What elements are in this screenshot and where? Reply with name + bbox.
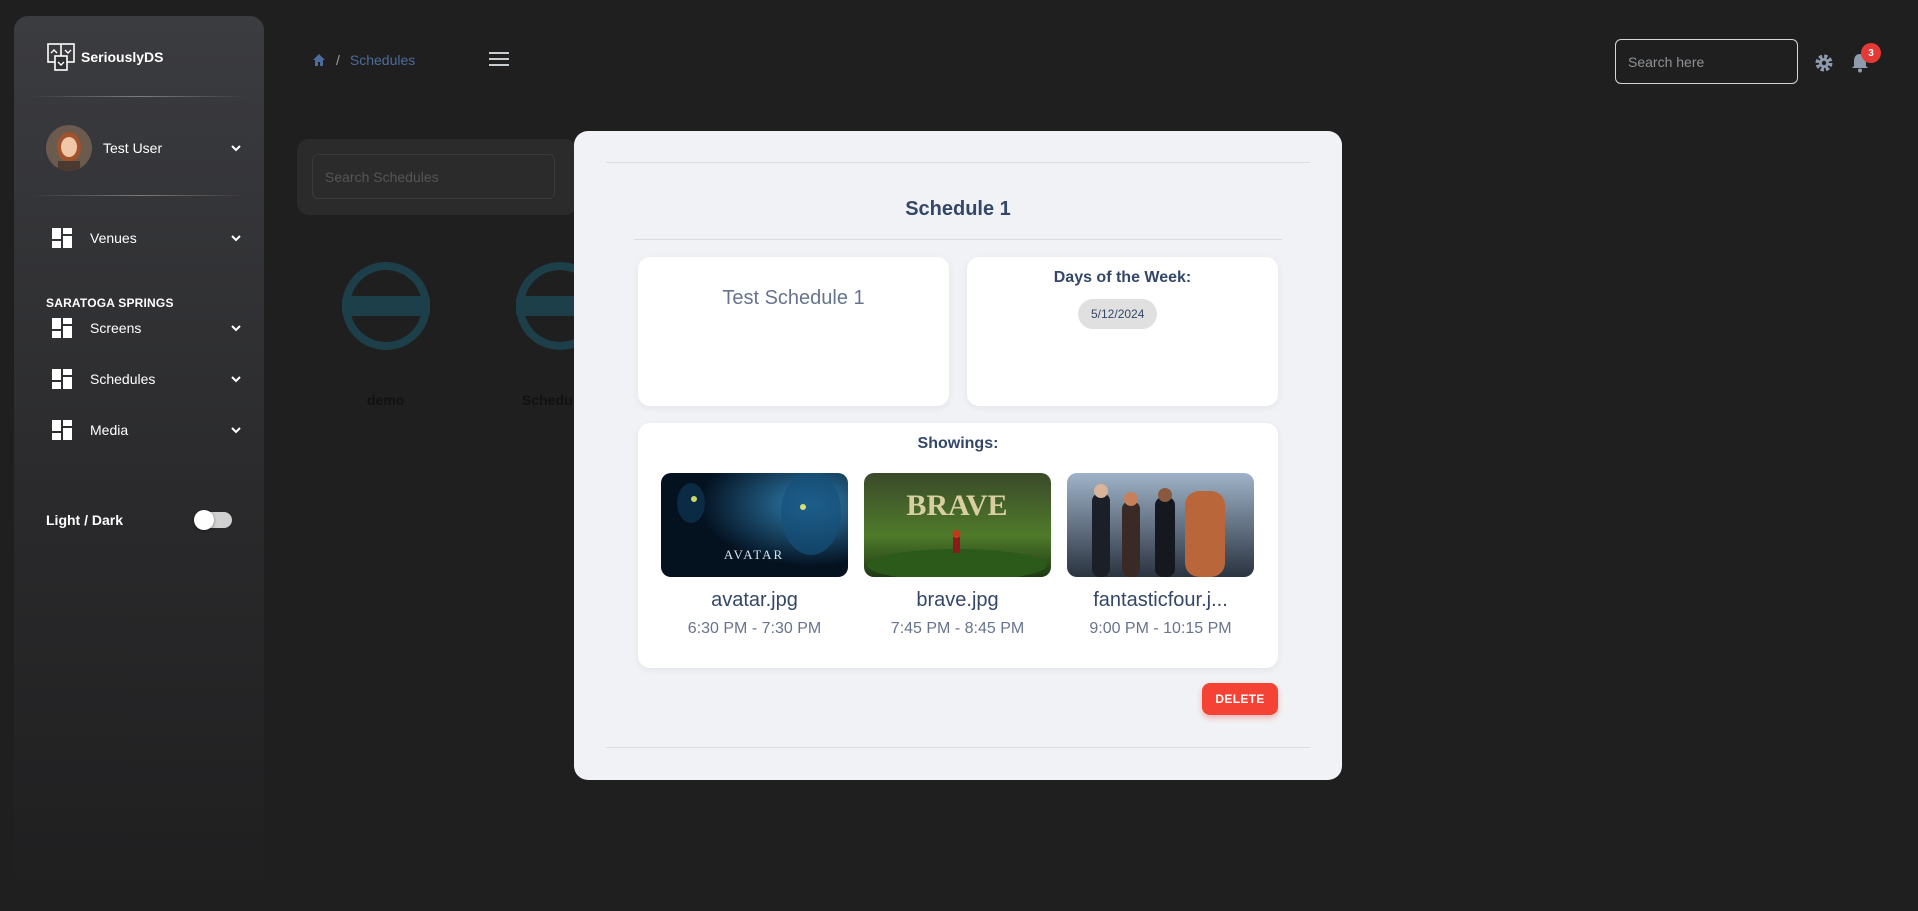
showing-filename: fantasticfour.j... xyxy=(1093,589,1228,611)
showings-card: Showings: AVATAR avatar.jpg 6:30 PM - 7:… xyxy=(638,423,1278,668)
showing-filename: brave.jpg xyxy=(916,589,999,611)
schedule-modal: Schedule 1 Test Schedule 1 Days of the W… xyxy=(574,131,1342,780)
svg-text:AVATAR: AVATAR xyxy=(724,547,784,562)
schedule-name: Test Schedule 1 xyxy=(722,287,865,309)
showing-item[interactable]: fantasticfour.j... 9:00 PM - 10:15 PM xyxy=(1067,473,1254,638)
days-card: Days of the Week: 5/12/2024 xyxy=(967,257,1278,406)
schedule-name-card: Test Schedule 1 xyxy=(638,257,949,406)
showing-time: 6:30 PM - 7:30 PM xyxy=(687,620,822,637)
svg-text:BRAVE: BRAVE xyxy=(906,489,1007,522)
showing-item[interactable]: AVATAR avatar.jpg 6:30 PM - 7:30 PM xyxy=(661,473,848,638)
showing-item[interactable]: BRAVE brave.jpg 7:45 PM - 8:45 PM xyxy=(864,473,1051,638)
days-title: Days of the Week: xyxy=(1053,269,1192,286)
showings-title: Showings: xyxy=(917,435,999,452)
poster-image: AVATAR xyxy=(661,473,848,577)
poster-image xyxy=(1067,473,1254,577)
delete-button[interactable]: DELETE xyxy=(1202,683,1278,715)
showing-filename: avatar.jpg xyxy=(711,589,798,611)
day-chip: 5/12/2024 xyxy=(1078,299,1158,329)
modal-title: Schedule 1 xyxy=(905,198,1011,220)
divider xyxy=(634,239,1282,240)
poster-image: BRAVE xyxy=(864,473,1051,577)
showing-time: 9:00 PM - 10:15 PM xyxy=(1089,620,1232,637)
divider xyxy=(606,747,1310,748)
showing-time: 7:45 PM - 8:45 PM xyxy=(890,620,1025,637)
divider xyxy=(606,162,1310,163)
